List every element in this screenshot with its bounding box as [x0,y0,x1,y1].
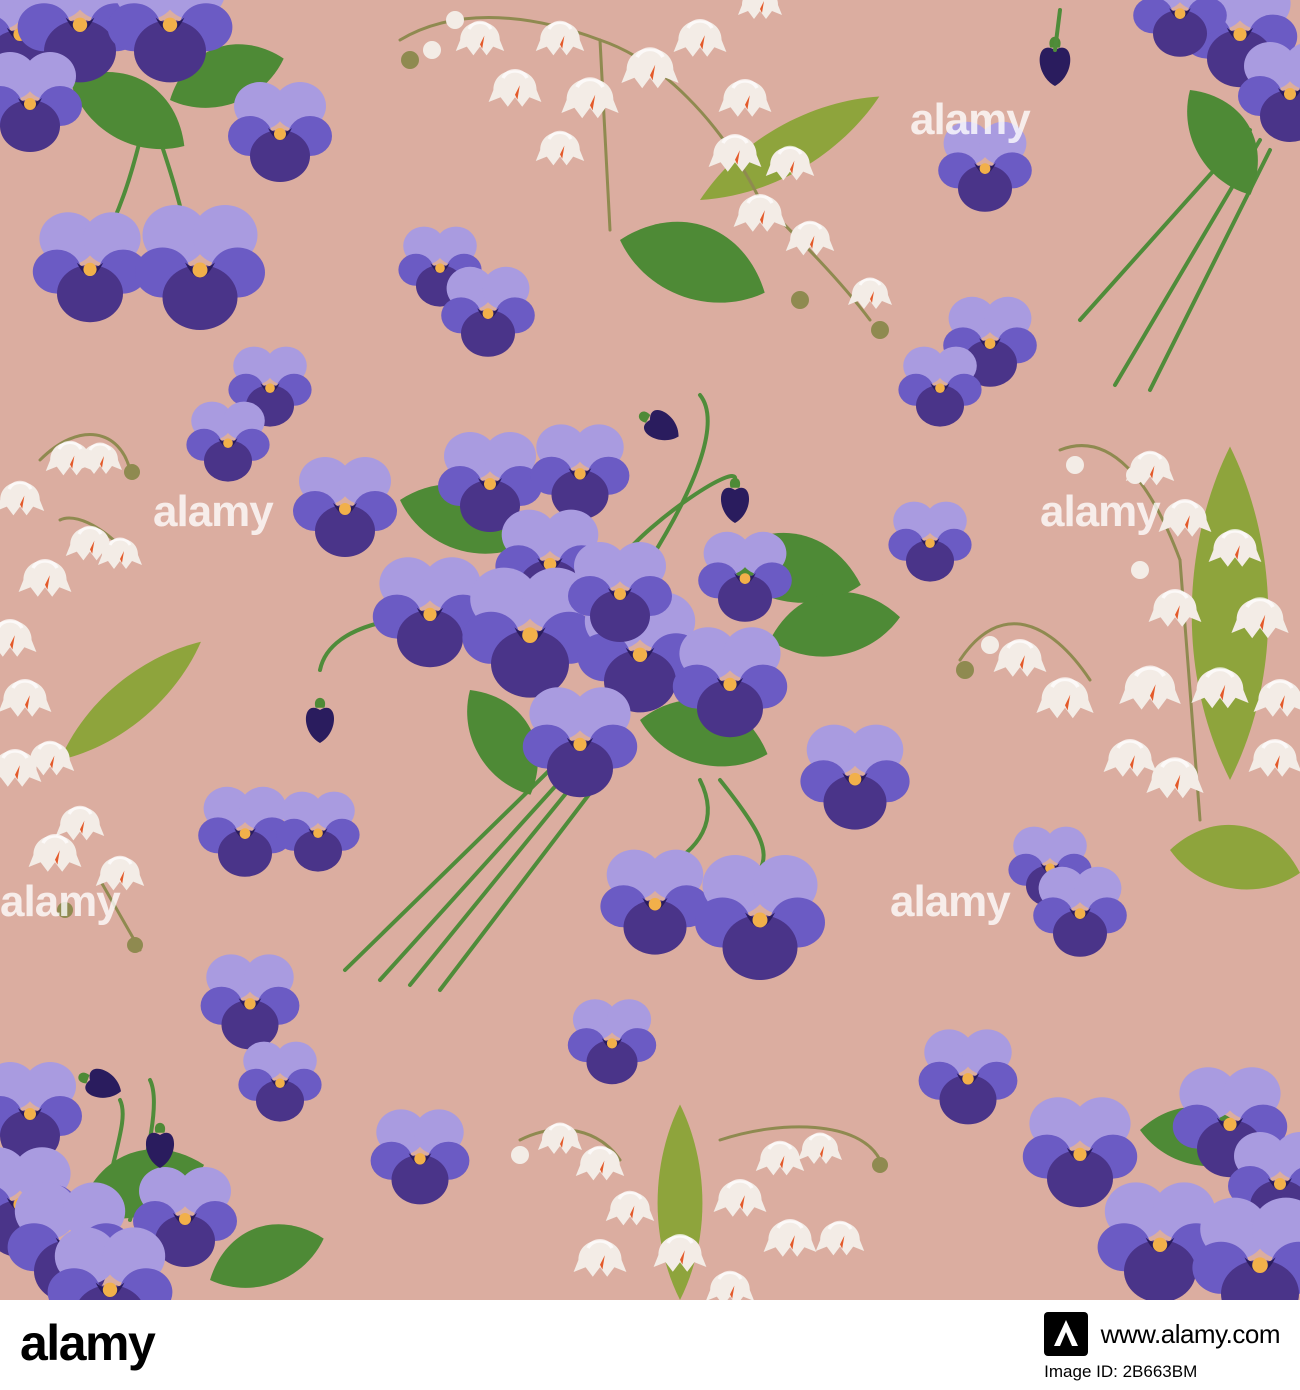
alamy-a-logo-icon [1044,1312,1089,1356]
stock-footer-bar: alamy www.alamy.com Image ID: 2B663BM [0,1300,1300,1390]
footer-right: www.alamy.com Image ID: 2B663BM [1044,1312,1281,1382]
footer-logo: alamy [20,1315,156,1371]
footer-image-id: Image ID: 2B663BM [1044,1362,1198,1381]
footer-site-url: www.alamy.com [1100,1318,1281,1349]
floral-pattern-illustration: .pl { fill: #a99be0; } .pm { fill: #6b5b… [0,0,1300,1300]
stock-image: .pl { fill: #a99be0; } .pm { fill: #6b5b… [0,0,1300,1390]
